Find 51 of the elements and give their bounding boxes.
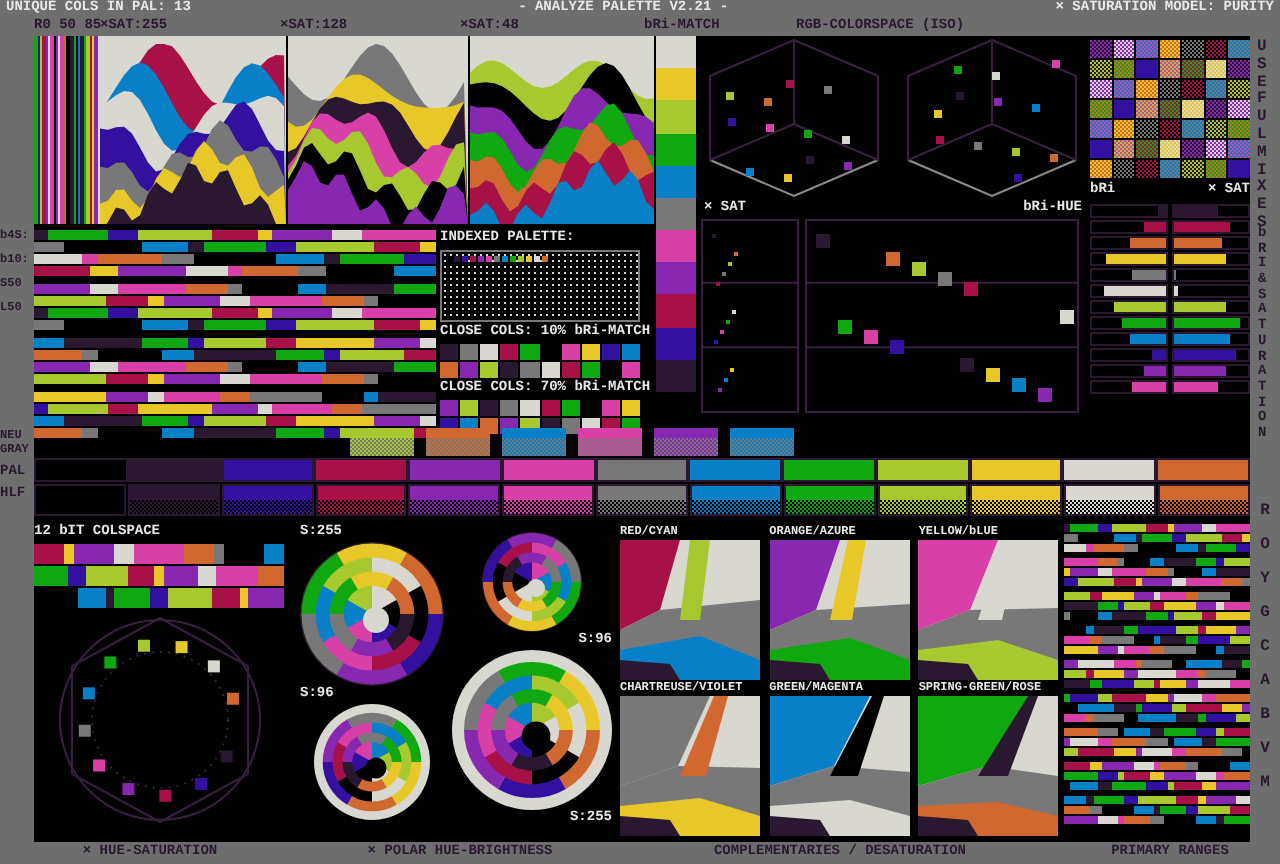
primary-range-letter: B (1260, 704, 1270, 726)
mix-swatch (654, 428, 718, 456)
halftone-swatch (689, 484, 782, 516)
primary-range-letter: A (1260, 670, 1270, 692)
halftone-swatch (970, 484, 1063, 516)
halftone-swatch (502, 484, 595, 516)
complementary-gradient-drawing (918, 540, 1059, 680)
polar-hue-wheel-drawing (482, 532, 582, 632)
mix-swatch (502, 428, 566, 456)
halftone-swatch (1064, 484, 1157, 516)
complementary-gradient-drawing (620, 540, 760, 680)
halftone-swatch (877, 484, 969, 516)
polar-hue-wheel-drawing (314, 704, 430, 820)
primary-range-letter: O (1260, 534, 1270, 556)
mix-swatch (578, 428, 642, 456)
halftone-swatch (127, 484, 220, 516)
primary-range-letter: M (1260, 772, 1270, 794)
scatter-point (838, 320, 852, 334)
scatter-point (964, 282, 978, 296)
halftone-swatch (596, 484, 688, 516)
primary-range-letter: G (1260, 602, 1270, 624)
primary-range-letter: R (1260, 500, 1270, 522)
scatter-point (864, 330, 878, 344)
halftone-swatch (408, 484, 501, 516)
scatter-point (886, 252, 900, 266)
halftone-swatch (1158, 484, 1250, 516)
scatter-point (938, 272, 952, 286)
halftone-swatch (221, 484, 314, 516)
scatter-point (960, 358, 974, 372)
scatter-point (1012, 378, 1026, 392)
primary-range-letter: Y (1260, 568, 1270, 590)
scatter-point (890, 340, 904, 354)
scatter-point (1038, 388, 1052, 402)
mix-swatch (350, 428, 414, 456)
complementary-gradient-drawing (769, 540, 910, 680)
complementary-gradient-drawing (918, 696, 1059, 836)
primary-range-letter: V (1260, 738, 1270, 760)
halftone-swatch (34, 484, 126, 516)
mix-swatch (730, 428, 794, 456)
useful-mixes-label: USEFUL MIXES (1257, 36, 1269, 228)
scatter-point (816, 234, 830, 248)
halftone-swatch (783, 484, 876, 516)
polar-hue-wheel-drawing (300, 542, 444, 686)
primary-range-letter: C (1260, 636, 1270, 658)
complementary-gradient-drawing (620, 696, 760, 836)
mix-swatch (426, 428, 490, 456)
complementary-gradient-drawing (769, 696, 910, 836)
halftone-swatch (315, 484, 407, 516)
scatter-point (1060, 310, 1074, 324)
scatter-point (986, 368, 1000, 382)
scatter-point (912, 262, 926, 276)
